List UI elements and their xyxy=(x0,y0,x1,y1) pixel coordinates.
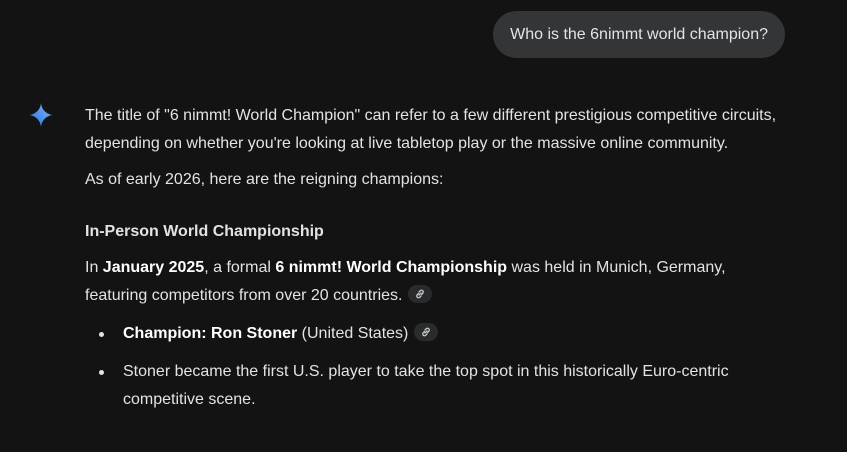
chat-page: Who is the 6nimmt world champion? The ti… xyxy=(0,0,847,452)
body-date: January 2025 xyxy=(102,259,205,276)
gemini-sparkle-icon xyxy=(29,103,53,127)
link-icon xyxy=(416,289,425,299)
response-intro: The title of "6 nimmt! World Champion" c… xyxy=(85,107,777,152)
championship-paragraph: In January 2025, a formal 6 nimmt! World… xyxy=(85,254,785,310)
user-query-bubble: Who is the 6nimmt world champion? xyxy=(493,11,785,58)
link-icon xyxy=(422,327,431,337)
section-heading: In-Person World Championship xyxy=(85,223,324,240)
body-event: 6 nimmt! World Championship xyxy=(275,259,508,276)
bullet-note-text: Stoner became the first U.S. player to t… xyxy=(123,363,729,408)
body-middle: , a formal xyxy=(204,259,276,276)
bullet-champion-rest: (United States) xyxy=(297,325,409,342)
body-prefix: In xyxy=(85,259,103,276)
assistant-response: The title of "6 nimmt! World Champion" c… xyxy=(85,102,785,424)
bullet-dot xyxy=(99,370,104,375)
bullet-champion-bold: Champion: Ron Stoner xyxy=(123,325,298,342)
response-as-of: As of early 2026, here are the reigning … xyxy=(85,171,444,188)
user-query-text: Who is the 6nimmt world champion? xyxy=(510,26,768,43)
champion-bullet-list: Champion: Ron Stoner (United States) Sto… xyxy=(85,320,785,414)
source-link-button[interactable] xyxy=(408,284,433,303)
bullet-item-note: Stoner became the first U.S. player to t… xyxy=(85,358,785,414)
source-link-button[interactable] xyxy=(414,322,439,341)
bullet-item-champion: Champion: Ron Stoner (United States) xyxy=(85,320,785,348)
bullet-dot xyxy=(99,332,104,337)
